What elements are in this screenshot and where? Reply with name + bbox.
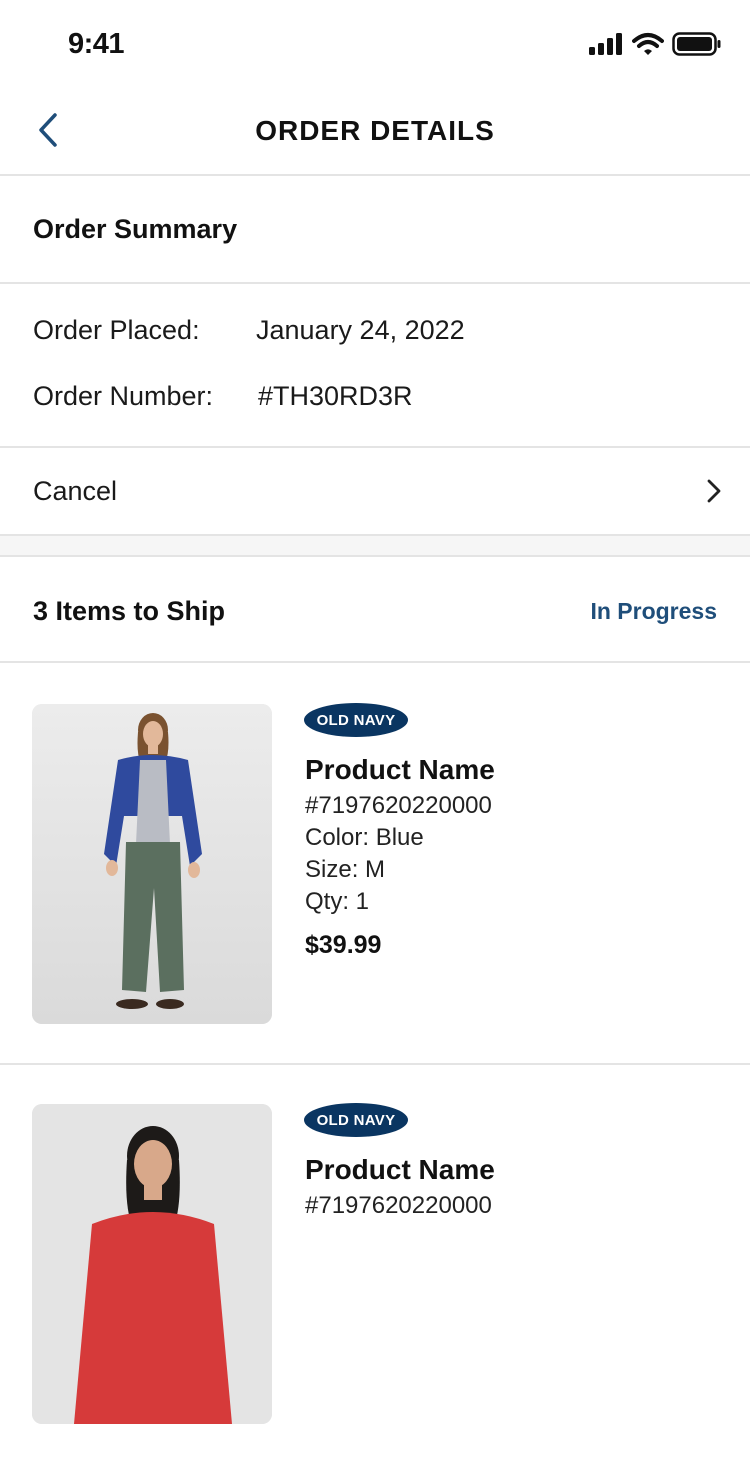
signal-icon: [588, 32, 624, 61]
product-size: Size: M: [305, 856, 386, 883]
order-info: Order Placed: January 24, 2022 Order Num…: [0, 284, 750, 448]
order-placed-value: January 24, 2022: [256, 315, 465, 345]
shipment-header: 3 Items to Ship In Progress: [0, 557, 750, 663]
product-item[interactable]: OLD NAVY Product Name #7197620220000: [0, 1063, 750, 1463]
battery-icon: [672, 32, 722, 61]
product-sku: #7197620220000: [305, 1192, 492, 1219]
order-number-row: Order Number: #TH30RD3R: [33, 381, 413, 412]
section-divider: [0, 536, 750, 557]
brand-badge: OLD NAVY: [304, 1103, 408, 1137]
page-title: ORDER DETAILS: [255, 115, 495, 146]
product-name[interactable]: Product Name: [305, 1154, 495, 1186]
product-qty: Qty: 1: [305, 888, 370, 915]
wifi-icon: [632, 32, 664, 61]
product-name[interactable]: Product Name: [305, 754, 495, 786]
order-summary-header: Order Summary: [0, 176, 750, 284]
product-item[interactable]: OLD NAVY Product Name #7197620220000 Col…: [0, 663, 750, 1065]
shipment-status: In Progress: [590, 598, 717, 624]
cancel-label: Cancel: [33, 476, 118, 506]
items-to-ship-heading: 3 Items to Ship: [33, 596, 226, 626]
order-number-value: #TH30RD3R: [258, 381, 413, 411]
cancel-order-row[interactable]: Cancel: [0, 448, 750, 536]
order-placed-row: Order Placed: January 24, 2022: [33, 315, 465, 346]
status-bar: 9:41: [0, 0, 750, 90]
brand-badge: OLD NAVY: [304, 703, 408, 737]
product-sku: #7197620220000: [305, 792, 492, 819]
order-placed-label: Order Placed:: [33, 315, 200, 345]
product-color: Color: Blue: [305, 824, 424, 851]
nav-bar: ORDER DETAILS: [0, 90, 750, 176]
chevron-right-icon: [706, 478, 722, 509]
product-price: $39.99: [305, 931, 382, 959]
status-time: 9:41: [68, 28, 125, 60]
order-summary-heading: Order Summary: [33, 214, 238, 244]
product-image[interactable]: [32, 1104, 272, 1424]
order-number-label: Order Number:: [33, 381, 214, 411]
product-image[interactable]: [32, 704, 272, 1024]
status-icons: [588, 32, 722, 61]
